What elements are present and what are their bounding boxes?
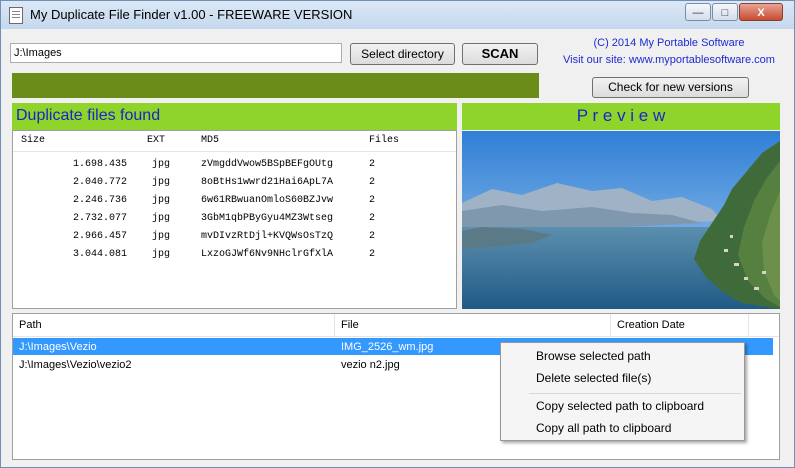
ext-cell: jpg <box>152 213 171 224</box>
md5-cell: zVmgddVwow5BSpBEFgOUtg <box>201 159 334 170</box>
size-cell: 2.040.772 <box>72 177 127 188</box>
column-header-size[interactable]: Size <box>21 135 45 146</box>
md5-cell: 8oBtHs1wwrd21Hai6ApL7A <box>201 177 334 188</box>
website-link[interactable]: Visit our site: www.myportablesoftware.c… <box>556 54 782 66</box>
md5-cell: LxzoGJWf6Nv9NHclrGfXlA <box>201 249 334 260</box>
files-cell: 2 <box>369 159 376 170</box>
landscape-photo <box>462 131 780 309</box>
menu-item-delete-files[interactable]: Delete selected file(s) <box>536 371 651 385</box>
files-cell: 2 <box>369 231 376 242</box>
window-title: My Duplicate File Finder v1.00 - FREEWAR… <box>30 7 353 22</box>
duplicate-row[interactable]: 2.040.772 jpg 8oBtHs1wwrd21Hai6ApL7A 2 <box>13 174 456 192</box>
duplicate-row[interactable]: 3.044.081 jpg LxzoGJWf6Nv9NHclrGfXlA 2 <box>13 246 456 264</box>
ext-cell: jpg <box>152 249 171 260</box>
md5-cell: mvDIvzRtDjl+KVQWsOsTzQ <box>201 231 334 242</box>
path-cell: J:\Images\Vezio\vezio2 <box>19 359 132 371</box>
scan-button[interactable]: SCAN <box>462 43 538 65</box>
menu-separator <box>529 393 741 394</box>
size-cell: 3.044.081 <box>72 249 127 260</box>
files-cell: 2 <box>369 177 376 188</box>
column-header-path[interactable]: Path <box>13 314 335 336</box>
duplicate-row[interactable]: 2.966.457 jpg mvDIvzRtDjl+KVQWsOsTzQ 2 <box>13 228 456 246</box>
menu-item-copy-selected-path[interactable]: Copy selected path to clipboard <box>536 399 704 413</box>
maximize-button[interactable]: □ <box>712 3 738 21</box>
menu-item-copy-all-paths[interactable]: Copy all path to clipboard <box>536 421 671 435</box>
scan-progress-bar <box>12 73 539 98</box>
files-cell: 2 <box>369 213 376 224</box>
ext-cell: jpg <box>152 177 171 188</box>
select-directory-button[interactable]: Select directory <box>350 43 455 65</box>
minimize-button[interactable]: — <box>685 3 711 21</box>
duplicate-row[interactable]: 2.732.077 jpg 3GbM1qbPByGyu4MZ3Wtseg 2 <box>13 210 456 228</box>
column-header-ext[interactable]: EXT <box>147 135 165 146</box>
path-cell: J:\Images\Vezio <box>19 341 97 353</box>
preview-header: P r e v i e w <box>462 103 780 130</box>
files-list-header: Path File Creation Date <box>13 314 779 337</box>
size-cell: 1.698.435 <box>72 159 127 170</box>
duplicate-row[interactable]: 2.246.736 jpg 6w61RBwuanOmloS60BZJvw 2 <box>13 192 456 210</box>
directory-path-input[interactable] <box>10 43 342 63</box>
app-icon <box>9 7 23 24</box>
size-cell: 2.966.457 <box>72 231 127 242</box>
ext-cell: jpg <box>152 231 171 242</box>
file-cell: IMG_2526_wm.jpg <box>341 341 434 353</box>
size-cell: 2.732.077 <box>72 213 127 224</box>
ext-cell: jpg <box>152 159 171 170</box>
column-header-files[interactable]: Files <box>369 135 399 146</box>
check-versions-button[interactable]: Check for new versions <box>592 77 749 98</box>
menu-item-browse-path[interactable]: Browse selected path <box>536 349 651 363</box>
column-header-file[interactable]: File <box>335 314 611 336</box>
title-bar[interactable]: My Duplicate File Finder v1.00 - FREEWAR… <box>1 1 794 29</box>
files-cell: 2 <box>369 249 376 260</box>
md5-cell: 3GbM1qbPByGyu4MZ3Wtseg <box>201 213 334 224</box>
column-header-creation-date[interactable]: Creation Date <box>611 314 749 336</box>
duplicates-header: Duplicate files found <box>12 103 457 130</box>
size-cell: 2.246.736 <box>72 195 127 206</box>
files-cell: 2 <box>369 195 376 206</box>
preview-image <box>462 131 780 309</box>
preview-title: P r e v i e w <box>576 106 666 125</box>
duplicates-list[interactable]: Size EXT MD5 Files 1.698.435 jpg zVmgddV… <box>12 130 457 309</box>
duplicates-title: Duplicate files found <box>16 107 161 124</box>
context-menu: Browse selected path Delete selected fil… <box>500 342 745 441</box>
close-button[interactable]: X <box>739 3 783 21</box>
duplicate-row[interactable]: 1.698.435 jpg zVmgddVwow5BSpBEFgOUtg 2 <box>13 156 456 174</box>
copyright-text: (C) 2014 My Portable Software <box>593 37 745 49</box>
file-cell: vezio n2.jpg <box>341 359 400 371</box>
column-header-md5[interactable]: MD5 <box>201 135 219 146</box>
md5-cell: 6w61RBwuanOmloS60BZJvw <box>201 195 334 206</box>
ext-cell: jpg <box>152 195 171 206</box>
duplicates-list-header: Size EXT MD5 Files <box>13 131 456 152</box>
